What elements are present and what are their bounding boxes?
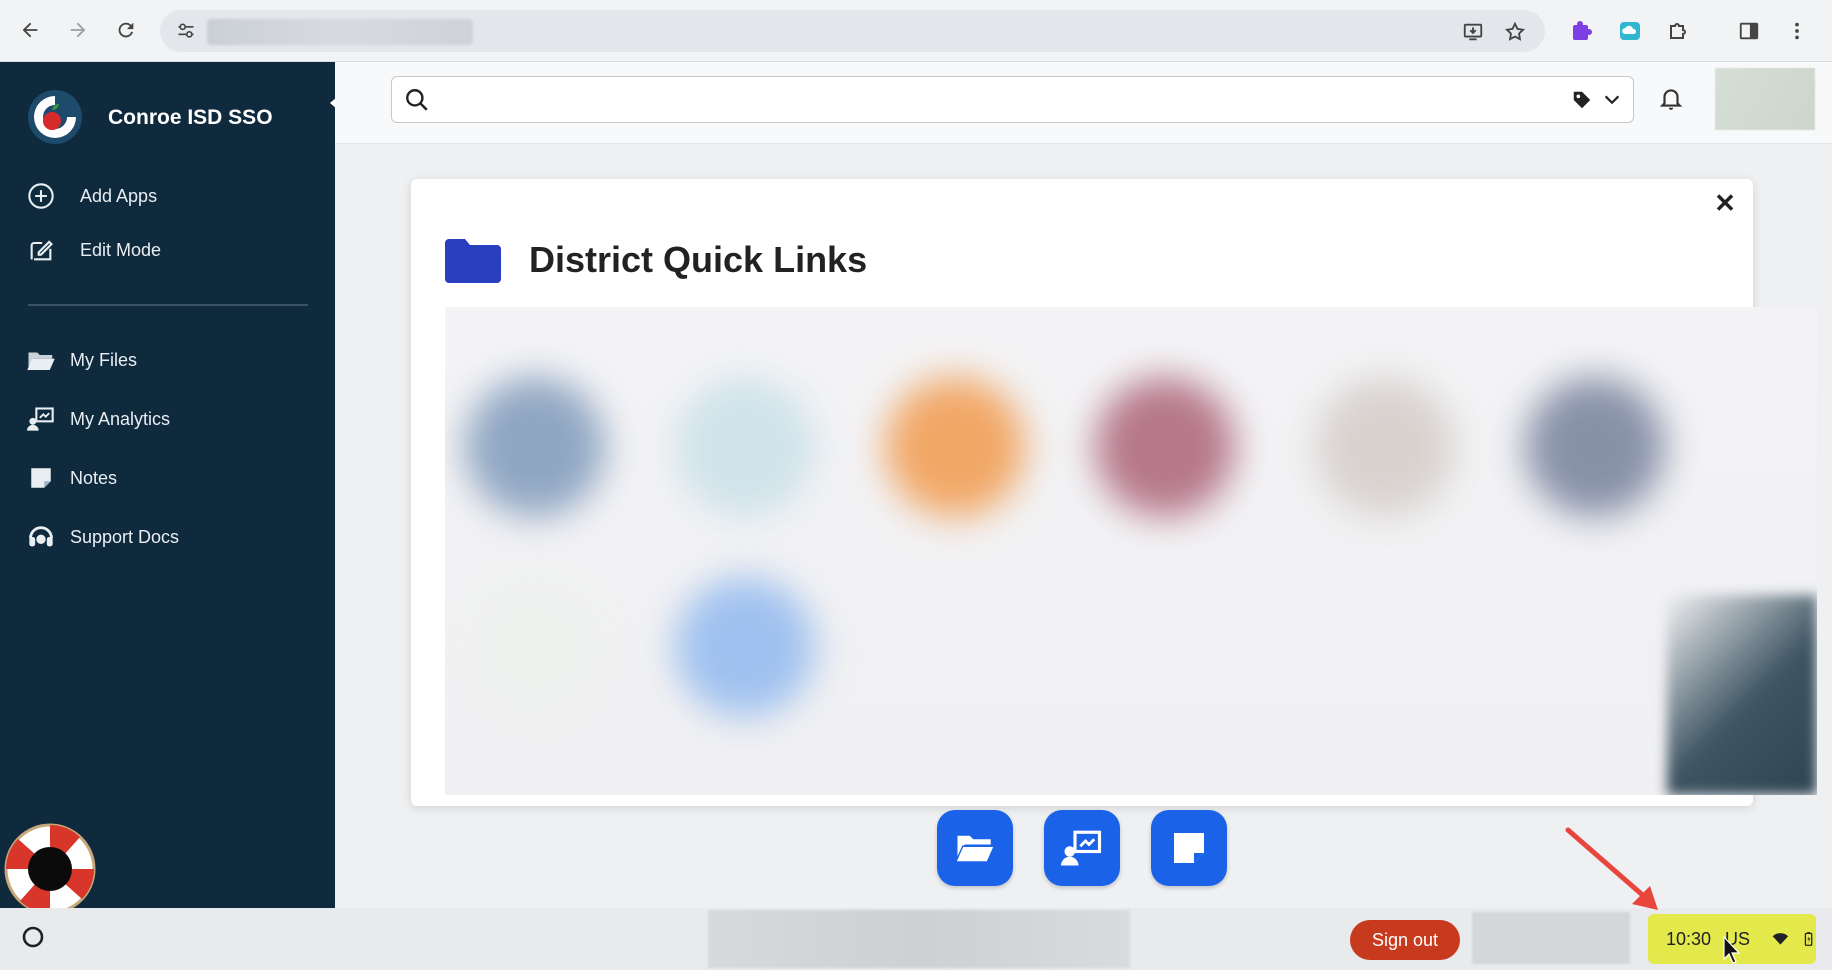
- clock-time: 10:30: [1666, 928, 1712, 949]
- sidebar-item-label: My Analytics: [70, 408, 171, 429]
- arrow-right-icon: [70, 22, 86, 38]
- chevron-down-icon: [1604, 95, 1620, 105]
- bell-icon: [1659, 89, 1683, 110]
- quick-links-grid: [445, 307, 1817, 795]
- apple-logo-icon: [34, 96, 76, 138]
- main-content: ✕ District Quick Links: [335, 144, 1832, 908]
- support-icon: [26, 522, 56, 552]
- search-input[interactable]: [442, 83, 1542, 117]
- tag-filter-dropdown[interactable]: [1571, 87, 1623, 113]
- bookmark-button[interactable]: [1502, 19, 1528, 45]
- note-icon: [1174, 833, 1204, 863]
- battery-icon: [1804, 932, 1813, 946]
- sidebar-item-notes[interactable]: Notes: [26, 460, 316, 496]
- sidebar-item-my-files[interactable]: My Files: [26, 342, 316, 378]
- folder-open-icon: [954, 835, 996, 863]
- dock-my-files-button[interactable]: [937, 810, 1013, 886]
- reload-button[interactable]: [108, 12, 144, 48]
- close-button[interactable]: ✕: [1709, 187, 1741, 219]
- extension-1-button[interactable]: [1565, 14, 1599, 48]
- extension-2-button[interactable]: [1613, 14, 1647, 48]
- app-tile[interactable]: [465, 577, 605, 717]
- sign-out-button[interactable]: Sign out: [1350, 920, 1460, 960]
- side-panel-icon: [1739, 22, 1759, 40]
- modal-title: District Quick Links: [529, 239, 868, 280]
- sidebar-divider: [28, 304, 308, 306]
- dock-notes-button[interactable]: [1151, 810, 1227, 886]
- wifi-icon: [1772, 933, 1789, 945]
- launcher-button[interactable]: [18, 922, 48, 952]
- address-bar[interactable]: [160, 10, 1545, 52]
- edit-icon: [26, 235, 56, 265]
- help-lifebuoy-icon[interactable]: [0, 817, 104, 921]
- install-app-button[interactable]: [1460, 19, 1486, 45]
- app-tile[interactable]: [1315, 377, 1455, 517]
- analytics-icon: [26, 404, 56, 434]
- sidebar-item-edit-mode[interactable]: Edit Mode: [26, 232, 316, 268]
- brand-name: Conroe ISD SSO: [108, 106, 273, 129]
- notifications-button[interactable]: [1655, 82, 1687, 114]
- sidebar-item-my-analytics[interactable]: My Analytics: [26, 401, 316, 437]
- app-tile[interactable]: [675, 577, 815, 717]
- folder-open-icon: [26, 345, 56, 375]
- sidebar-item-support-docs[interactable]: Support Docs: [26, 519, 316, 555]
- app-header: [335, 62, 1832, 144]
- arrow-left-icon: [22, 22, 38, 38]
- sidebar-item-add-apps[interactable]: Add Apps: [26, 178, 316, 214]
- star-icon: [1504, 21, 1526, 41]
- os-shelf: Sign out 10:30 US: [0, 908, 1832, 970]
- sidebar-item-label: Support Docs: [70, 526, 180, 547]
- tray-items[interactable]: [1472, 912, 1630, 964]
- mouse-cursor-icon: [1723, 935, 1741, 964]
- plus-circle-icon: [26, 181, 56, 211]
- quick-links-modal: ✕ District Quick Links: [411, 179, 1817, 806]
- avatar[interactable]: [1715, 68, 1815, 130]
- folder-icon: [445, 239, 501, 283]
- install-app-icon: [1463, 23, 1483, 41]
- sidebar-item-label: Edit Mode: [80, 239, 162, 260]
- blurred-region: [1667, 595, 1817, 795]
- note-icon: [26, 463, 56, 493]
- launcher-circle-icon: [22, 926, 44, 948]
- tune-icon: [178, 23, 194, 38]
- forward-button[interactable]: [60, 12, 96, 48]
- search-icon: [406, 89, 428, 111]
- more-vert-icon: [1795, 22, 1799, 40]
- url-text: [207, 19, 473, 45]
- analytics-icon: [1061, 830, 1102, 866]
- puzzle-purple-icon: [1573, 21, 1592, 40]
- reload-icon: [118, 22, 134, 38]
- site-info-button[interactable]: [172, 17, 200, 45]
- sidebar: Conroe ISD SSO Add Apps Edit Mode My Fil…: [0, 62, 347, 915]
- shelf-apps[interactable]: [708, 910, 1130, 968]
- dock-analytics-button[interactable]: [1044, 810, 1120, 886]
- search-bar[interactable]: [391, 76, 1634, 123]
- side-panel-button[interactable]: [1732, 14, 1766, 48]
- app-tile[interactable]: [1525, 377, 1665, 517]
- app-tile[interactable]: [1095, 377, 1235, 517]
- app-tile[interactable]: [675, 377, 815, 517]
- tag-icon: [1573, 91, 1591, 109]
- extensions-button[interactable]: [1661, 14, 1695, 48]
- sidebar-item-label: Notes: [70, 467, 118, 488]
- back-button[interactable]: [12, 12, 48, 48]
- app-tile[interactable]: [885, 377, 1025, 517]
- puzzle-icon: [1670, 23, 1686, 39]
- cloud-teal-icon: [1620, 22, 1640, 40]
- browser-toolbar: [0, 0, 1832, 62]
- brand-logo: [28, 90, 82, 144]
- browser-menu-button[interactable]: [1780, 14, 1814, 48]
- sidebar-item-label: Add Apps: [80, 185, 158, 206]
- sidebar-item-label: My Files: [70, 349, 137, 370]
- app-tile[interactable]: [465, 377, 605, 517]
